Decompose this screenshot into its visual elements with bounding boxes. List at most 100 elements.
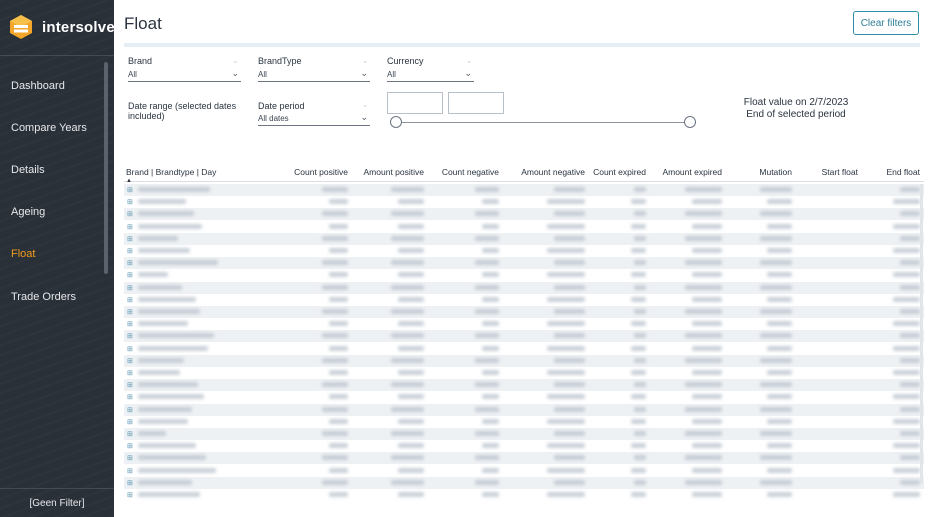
- table-cell-redacted: [482, 492, 499, 497]
- table-row[interactable]: ⊞: [124, 257, 924, 270]
- table-row[interactable]: ⊞: [124, 245, 924, 257]
- float-caption: Float value on 2/7/2023 End of selected …: [726, 97, 866, 121]
- expand-row-icon[interactable]: ⊞: [127, 198, 133, 206]
- expand-row-icon[interactable]: ⊞: [127, 259, 133, 267]
- expand-row-icon[interactable]: ⊞: [127, 381, 133, 389]
- expand-row-icon[interactable]: ⊞: [127, 332, 133, 340]
- row-label-redacted: [138, 406, 192, 412]
- expand-row-icon[interactable]: ⊞: [127, 223, 133, 231]
- column-header-mutation[interactable]: Mutation: [759, 167, 792, 177]
- column-header-brand[interactable]: Brand | Brandtype | Day: [126, 167, 216, 177]
- column-header-count-negative[interactable]: Count negative: [442, 167, 499, 177]
- expand-row-icon[interactable]: ⊞: [127, 308, 133, 316]
- table-cell-redacted: [767, 370, 792, 375]
- table-row[interactable]: ⊞: [124, 403, 924, 416]
- table-row[interactable]: ⊞: [124, 318, 924, 330]
- table-row[interactable]: ⊞: [124, 330, 924, 343]
- table-cell-redacted: [554, 235, 585, 241]
- date-period-select[interactable]: All dates ⌄: [258, 112, 370, 126]
- chevron-down-icon: ⌄: [362, 100, 369, 109]
- currency-select[interactable]: All ⌄: [387, 68, 474, 82]
- expand-row-icon[interactable]: ⊞: [127, 357, 133, 365]
- row-label-redacted: [138, 394, 204, 400]
- table-cell-redacted: [547, 467, 585, 473]
- table-row[interactable]: ⊞: [124, 294, 924, 306]
- table-row[interactable]: ⊞: [124, 184, 924, 196]
- expand-row-icon[interactable]: ⊞: [127, 210, 133, 218]
- row-label-redacted: [138, 309, 200, 314]
- column-header-amount-expired[interactable]: Amount expired: [662, 167, 722, 177]
- brandtype-select[interactable]: All ⌄: [258, 68, 370, 82]
- expand-row-icon[interactable]: ⊞: [127, 247, 133, 255]
- table-row[interactable]: ⊞: [124, 416, 924, 428]
- column-header-end-float[interactable]: End float: [886, 167, 920, 177]
- start-date-input[interactable]: [387, 92, 443, 114]
- table-cell-redacted: [893, 223, 920, 229]
- table-cell-redacted: [900, 333, 920, 339]
- expand-row-icon[interactable]: ⊞: [127, 454, 133, 462]
- column-header-start-float[interactable]: Start float: [822, 167, 858, 177]
- sidebar-item-dashboard[interactable]: Dashboard: [11, 80, 65, 92]
- table-row[interactable]: ⊞: [124, 281, 924, 294]
- expand-row-icon[interactable]: ⊞: [127, 393, 133, 401]
- table-row[interactable]: ⊞: [124, 367, 924, 379]
- table-scrollbar[interactable]: [920, 184, 923, 484]
- expand-row-icon[interactable]: ⊞: [127, 406, 133, 414]
- sidebar-item-details[interactable]: Details: [11, 164, 45, 176]
- sidebar-item-ageing[interactable]: Ageing: [11, 206, 45, 218]
- table-row[interactable]: ⊞: [124, 343, 924, 355]
- table-row[interactable]: ⊞: [124, 196, 924, 208]
- date-range-slider-track[interactable]: [396, 122, 696, 123]
- table-row[interactable]: ⊞: [124, 208, 924, 221]
- table-cell-redacted: [760, 284, 792, 290]
- table-row[interactable]: ⊞: [124, 221, 924, 233]
- table-cell-redacted: [329, 492, 348, 497]
- table-row[interactable]: ⊞: [124, 379, 924, 392]
- column-header-amount-negative[interactable]: Amount negative: [521, 167, 585, 177]
- expand-row-icon[interactable]: ⊞: [127, 271, 133, 279]
- expand-row-icon[interactable]: ⊞: [127, 430, 133, 438]
- table-row[interactable]: ⊞: [124, 232, 924, 245]
- table-cell-redacted: [554, 211, 585, 217]
- expand-row-icon[interactable]: ⊞: [127, 284, 133, 292]
- sidebar-divider: [0, 55, 114, 56]
- brand-select[interactable]: All ⌄: [128, 68, 241, 82]
- column-header-count-expired[interactable]: Count expired: [593, 167, 646, 177]
- expand-row-icon[interactable]: ⊞: [127, 491, 133, 499]
- sidebar-item-float[interactable]: Float: [11, 248, 35, 260]
- sidebar-item-compare-years[interactable]: Compare Years: [11, 122, 87, 134]
- table-row[interactable]: ⊞: [124, 354, 924, 367]
- date-range-end-handle[interactable]: [684, 116, 696, 128]
- table-cell-redacted: [482, 272, 499, 278]
- table-cell-redacted: [893, 492, 920, 497]
- sidebar-item-trade-orders[interactable]: Trade Orders: [11, 291, 76, 303]
- table-row[interactable]: ⊞: [124, 465, 924, 477]
- table-cell-redacted: [547, 272, 585, 278]
- clear-filters-button[interactable]: Clear filters: [853, 11, 919, 35]
- table-row[interactable]: ⊞: [124, 428, 924, 440]
- table-row[interactable]: ⊞: [124, 391, 924, 403]
- table-row[interactable]: ⊞: [124, 440, 924, 452]
- date-range-start-handle[interactable]: [390, 116, 402, 128]
- column-header-count-positive[interactable]: Count positive: [294, 167, 348, 177]
- end-date-input[interactable]: [448, 92, 504, 114]
- expand-row-icon[interactable]: ⊞: [127, 186, 133, 194]
- expand-row-icon[interactable]: ⊞: [127, 467, 133, 475]
- column-header-amount-positive[interactable]: Amount positive: [364, 167, 424, 177]
- table-row[interactable]: ⊞: [124, 269, 924, 281]
- table-cell-redacted: [329, 370, 348, 375]
- expand-row-icon[interactable]: ⊞: [127, 296, 133, 304]
- table-row[interactable]: ⊞: [124, 489, 924, 501]
- expand-row-icon[interactable]: ⊞: [127, 345, 133, 353]
- expand-row-icon[interactable]: ⊞: [127, 479, 133, 487]
- table-row[interactable]: ⊞: [124, 476, 924, 489]
- expand-row-icon[interactable]: ⊞: [127, 320, 133, 328]
- table-row[interactable]: ⊞: [124, 306, 924, 318]
- expand-row-icon[interactable]: ⊞: [127, 235, 133, 243]
- expand-row-icon[interactable]: ⊞: [127, 442, 133, 450]
- main-content: Float Clear filters Brand ⌄ All ⌄ BrandT…: [114, 0, 928, 517]
- expand-row-icon[interactable]: ⊞: [127, 369, 133, 377]
- expand-row-icon[interactable]: ⊞: [127, 418, 133, 426]
- table-row[interactable]: ⊞: [124, 452, 924, 465]
- sidebar-scrollbar[interactable]: [104, 62, 108, 274]
